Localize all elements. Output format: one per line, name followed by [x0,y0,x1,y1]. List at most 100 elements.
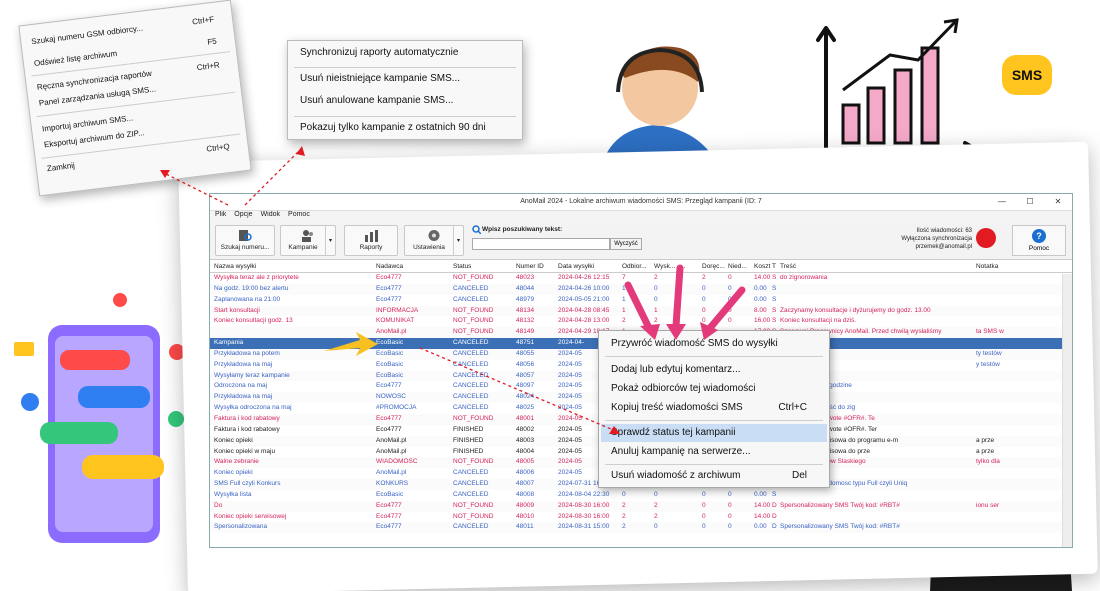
cell-n4: 0 [702,512,706,520]
cell-cost: 14.00 [754,274,771,281]
cell-sender: NOWOSC [376,393,406,401]
col-undelivered[interactable]: Nied... [728,263,752,270]
campaigns-dropdown-icon[interactable]: ▾ [325,226,335,255]
cell-n2: 2 [654,317,658,325]
cell-name: Koniec konsultacji godz. 13 [214,317,293,325]
gear-icon [428,230,440,241]
cell-type: D [772,501,777,509]
campaigns-button[interactable]: Kampanie ▾ [280,225,336,256]
cell-date: 2024-04-28 13:00 [558,317,610,325]
cell-name: Przykładowa na maj [214,393,273,401]
cell-id: 48025 [516,404,535,412]
col-sender[interactable]: Nadawca [376,263,446,270]
table-row[interactable]: Spersonalizowana Eco4777 CANCELED 48011 2024… [210,522,1072,534]
phone-sync-icon[interactable] [976,228,996,248]
cell-sender: Eco4777 [376,425,402,433]
cell-date: 2024-08-30 16:00 [558,501,610,509]
table-row[interactable]: Wysyłka lista EcoBasic CANCELED 48008 2024-0… [210,490,1072,501]
col-x[interactable]: ... [680,263,700,270]
table-row[interactable]: Zaplanowana na 21:00 Eco4777 CANCELED 48979… [210,295,1072,306]
edit-comment-item[interactable]: Dodaj lub edytuj komentarz... [611,361,821,379]
close-button[interactable]: ✕ [1044,194,1072,210]
cell-n2: 0 [654,295,658,303]
last-90-days-item[interactable]: Pokazuj tylko kampanie z ostatnich 90 dn… [300,122,486,138]
minimize-button[interactable]: — [988,194,1016,210]
search-number-button[interactable]: Szukaj numeru... [215,225,275,256]
cell-sender: Eco4777 [376,284,402,292]
title-bar: AnoMail 2024 - Lokalne archiwum wiadomoś… [210,194,1072,211]
settings-dropdown-icon[interactable]: ▾ [453,226,463,255]
col-date[interactable]: Data wysyłki [558,263,620,270]
menu-help[interactable]: Pomoc [288,211,310,222]
cell-id: 48023 [516,274,535,281]
maximize-button[interactable]: ☐ [1016,194,1044,210]
users-icon [302,230,313,242]
delete-message-item[interactable]: Usuń wiadomość z archiwum Del [611,467,821,485]
cell-status: CANCELED [453,404,489,412]
remove-canceled-item[interactable]: Usuń anulowane kampanie SMS... [300,95,453,111]
search-input[interactable] [472,238,610,250]
file-menu: Szukaj numeru GSM odbiorcy... Ctrl+F Odśw… [18,0,252,197]
cell-note: tylko dla [976,458,1000,466]
auto-sync-item[interactable]: Synchronizuj raporty automatycznie [300,47,458,63]
table-row[interactable]: Koniec opieki serwisowej Eco4777 NOT_FOUND… [210,512,1072,523]
help-button[interactable]: ? Pomoc [1012,225,1066,256]
table-row[interactable]: Wysyłka teraz ale z priorytete Eco4777 NOT… [210,273,1072,284]
toolbar: Szukaj numeru... Kampanie ▾ Raporty Usta… [210,222,1072,260]
help-icon: ? [1032,229,1046,243]
restore-sms-item[interactable]: Przywróć wiadomość SMS do wysyłki [611,335,821,353]
clear-search-button[interactable]: Wyczyść [610,238,642,250]
cell-sender: Eco4777 [376,512,402,520]
col-sent[interactable]: Wysk... [654,263,682,270]
cell-date: 2024-04-26 12:15 [558,274,610,281]
cell-cost: 14.00 [754,501,771,509]
table-row[interactable]: Start konsultacji INFORMACJA NOT_FOUND 4813… [210,305,1072,317]
cell-n1: 2 [622,512,626,520]
cell-name: Koniec opieki serwisowej [214,512,287,520]
remove-missing-item[interactable]: Usuń nieistniejące kampanie SMS... [300,73,460,89]
cell-status: FINISHED [453,425,484,433]
col-status[interactable]: Status [453,263,513,270]
cell-n4: 2 [702,274,706,281]
show-recipients-item[interactable]: Pokaż odbiorców tej wiadomości [611,380,821,398]
cell-name: Walne zebranie [214,458,259,466]
cell-status: NOT_FOUND [453,317,494,325]
cell-id: 48056 [516,360,535,368]
col-delivered[interactable]: Doręc... [702,263,728,270]
cell-n5: 0 [728,501,732,509]
cell-n5: 0 [728,490,732,498]
cancel-campaign-item[interactable]: Anuluj kampanię na serwerze... [611,443,821,461]
cell-n4: 0 [702,295,706,303]
table-row[interactable]: Koniec konsultacji godz. 13 KOMUNIKAT NOT_… [210,316,1072,327]
copy-content-item[interactable]: Kopiuj treść wiadomości SMS Ctrl+C [611,399,821,417]
table-row[interactable]: Na godz. 19:00 bez alertu Eco4777 CANCELED… [210,283,1072,295]
menu-view[interactable]: Widok [261,211,280,222]
cell-date: 2024-04-26 10:00 [558,284,610,292]
col-type[interactable]: T [772,263,780,270]
table-row[interactable]: Do Eco4777 NOT_FOUND 48009 2024-08-30 16:00 2… [210,500,1072,512]
cell-cost: 8.00 [754,306,767,314]
col-id[interactable]: Numer ID [516,263,556,270]
menu-options[interactable]: Opcje [234,211,252,222]
cell-id: 48149 [516,328,535,336]
col-recipients[interactable]: Odbior... [622,263,650,270]
reports-button[interactable]: Raporty [344,225,398,256]
vertical-scrollbar[interactable] [1062,274,1072,547]
settings-button[interactable]: Ustawienia ▾ [404,225,464,256]
check-status-item[interactable]: Sprawdź status tej kampanii [601,424,827,442]
cell-status: FINISHED [453,447,484,455]
menu-file[interactable]: Plik [215,211,226,222]
window-title: AnoMail 2024 - Lokalne archiwum wiadomoś… [520,198,762,205]
col-content[interactable]: Treść [780,263,970,270]
cell-type: S [772,306,777,314]
cell-id: 48009 [516,501,535,509]
col-name[interactable]: Nazwa wysyłki [214,263,374,270]
cell-sender: WIADOMOSC [376,458,418,466]
cell-sender: AnoMail.pl [376,469,407,477]
cell-name: Spersonalizowana [214,523,268,531]
cell-type: D [772,512,777,520]
table-header: Nazwa wysyłki Nadawca Status Numer ID Da… [210,262,1072,273]
cell-name: Przykładowa na potem [214,349,280,357]
col-cost[interactable]: Koszt [754,263,774,270]
col-note[interactable]: Notatka [976,263,1066,270]
